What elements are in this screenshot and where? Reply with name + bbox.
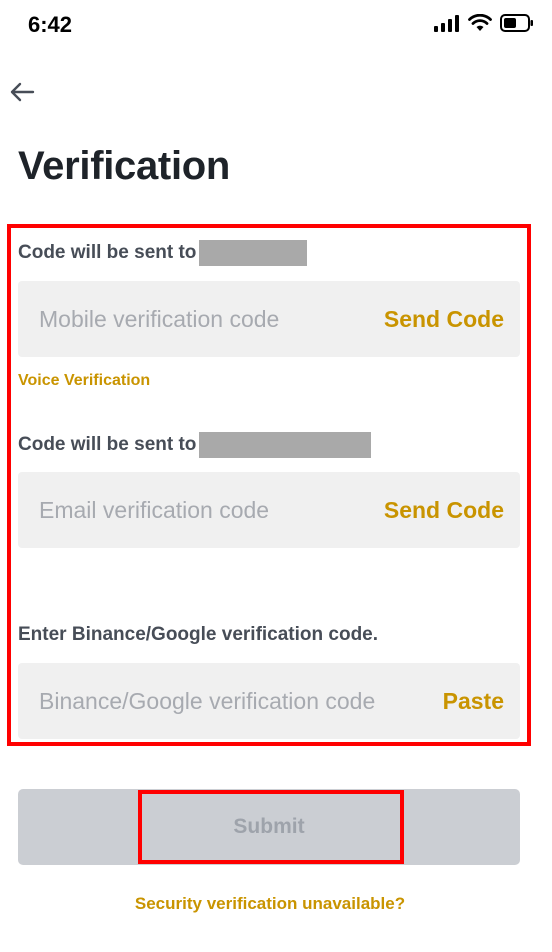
email-code-label: Code will be sent to bbox=[18, 432, 372, 458]
page-title: Verification bbox=[18, 144, 231, 188]
paste-button[interactable]: Paste bbox=[443, 688, 504, 715]
signal-icon bbox=[434, 15, 459, 32]
mobile-send-code-button[interactable]: Send Code bbox=[384, 306, 504, 333]
authenticator-code-input[interactable] bbox=[37, 686, 443, 716]
back-button[interactable] bbox=[6, 76, 38, 108]
wifi-icon bbox=[468, 14, 492, 31]
email-send-code-button[interactable]: Send Code bbox=[384, 497, 504, 524]
status-time: 6:42 bbox=[28, 12, 73, 37]
email-code-label-text: Code will be sent to bbox=[18, 434, 197, 455]
authenticator-code-label-text: Enter Binance/Google verification code. bbox=[18, 624, 379, 645]
status-icons bbox=[434, 14, 534, 32]
redacted-email-address bbox=[199, 432, 372, 458]
email-code-field[interactable]: Send Code bbox=[18, 472, 520, 548]
redacted-phone-number bbox=[199, 240, 308, 266]
mobile-code-field[interactable]: Send Code bbox=[18, 281, 520, 357]
mobile-code-input[interactable] bbox=[37, 304, 384, 334]
arrow-left-icon bbox=[10, 82, 35, 102]
battery-icon bbox=[500, 14, 533, 32]
voice-verification-link[interactable]: Voice Verification bbox=[18, 372, 150, 390]
mobile-code-label: Code will be sent to bbox=[18, 240, 308, 266]
mobile-code-label-text: Code will be sent to bbox=[18, 242, 197, 263]
authenticator-code-label: Enter Binance/Google verification code. bbox=[18, 624, 378, 646]
authenticator-code-field[interactable]: Paste bbox=[18, 663, 520, 739]
email-code-input[interactable] bbox=[37, 495, 384, 525]
submit-button[interactable]: Submit bbox=[18, 789, 520, 865]
security-verification-unavailable-link[interactable]: Security verification unavailable? bbox=[0, 894, 540, 914]
status-bar: 6:42 bbox=[0, 0, 552, 54]
